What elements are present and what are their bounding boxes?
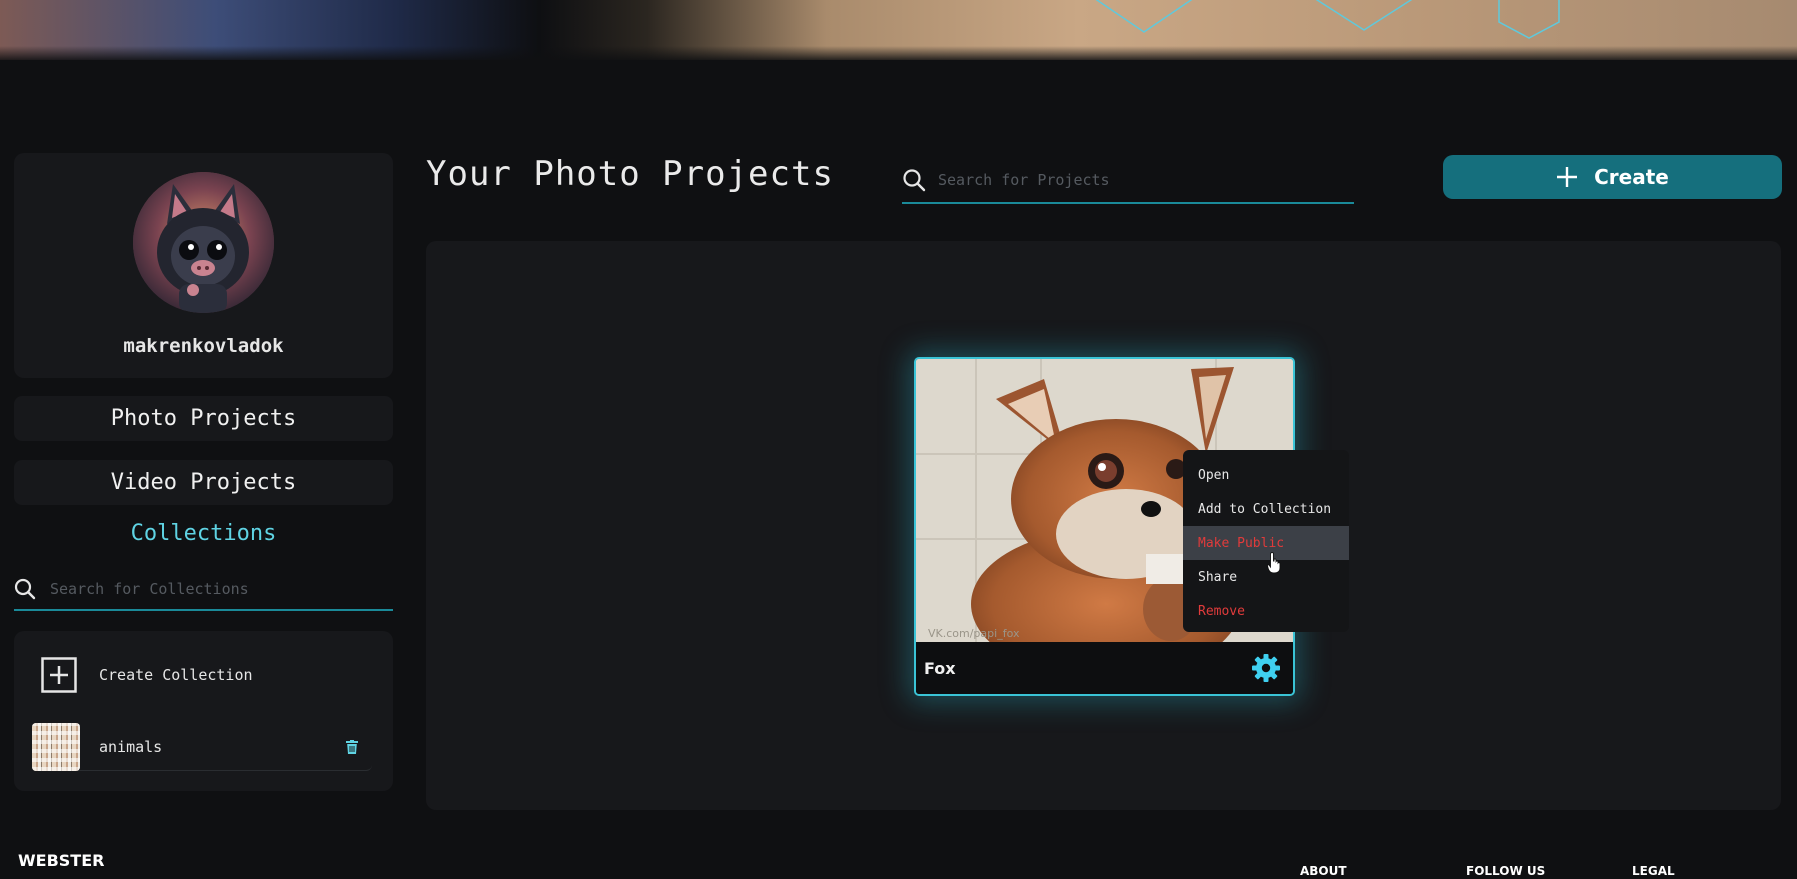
header-banner xyxy=(0,0,1797,60)
footer-about-link[interactable]: ABOUT xyxy=(1300,864,1347,878)
hand-cursor-icon xyxy=(1267,552,1281,574)
sidebar: makrenkovladok Photo Projects Video Proj… xyxy=(14,153,393,791)
project-context-menu: Open Add to Collection Make Public Share… xyxy=(1183,450,1349,632)
collections-search xyxy=(14,568,393,611)
menu-item-share[interactable]: Share xyxy=(1183,560,1349,594)
collections-search-input[interactable] xyxy=(50,579,370,598)
add-box-icon xyxy=(41,657,77,693)
project-search xyxy=(902,158,1354,204)
hexagon-decoration xyxy=(1095,0,1193,33)
page-title: Your Photo Projects xyxy=(426,154,834,194)
menu-item-remove[interactable]: Remove xyxy=(1183,594,1349,628)
collection-thumbnail xyxy=(32,722,80,771)
nav-video-projects[interactable]: Video Projects xyxy=(14,460,393,505)
avatar[interactable] xyxy=(133,172,274,313)
footer-follow-us-link[interactable]: FOLLOW US xyxy=(1466,864,1545,878)
menu-item-make-public[interactable]: Make Public xyxy=(1183,526,1349,560)
nav-photo-projects[interactable]: Photo Projects xyxy=(14,396,393,441)
collection-name: animals xyxy=(99,737,163,756)
username: makrenkovladok xyxy=(123,335,284,357)
project-name: Fox xyxy=(924,658,956,678)
collections-title: Collections xyxy=(130,521,277,546)
create-button-label: Create xyxy=(1594,165,1669,189)
avatar-image xyxy=(133,172,274,313)
collection-item[interactable]: animals xyxy=(32,722,372,771)
profile-card: makrenkovladok xyxy=(14,153,393,378)
image-watermark: VK.com/papi_fox xyxy=(928,627,1020,640)
hexagon-decoration xyxy=(1498,0,1560,39)
menu-item-open[interactable]: Open xyxy=(1183,458,1349,492)
create-collection-button[interactable]: Create Collection xyxy=(41,657,253,693)
gear-icon[interactable] xyxy=(1251,653,1281,683)
trash-icon[interactable] xyxy=(346,739,358,754)
brand-logo[interactable]: WEBSTER xyxy=(18,851,104,870)
search-icon xyxy=(903,169,926,192)
menu-item-add-to-collection[interactable]: Add to Collection xyxy=(1183,492,1349,526)
hexagon-decoration xyxy=(1315,0,1413,31)
collections-card: Create Collection animals xyxy=(14,631,393,791)
footer-legal-link[interactable]: LEGAL xyxy=(1632,864,1675,878)
plus-icon xyxy=(1557,167,1578,187)
project-search-input[interactable] xyxy=(938,171,1338,189)
create-button[interactable]: Create xyxy=(1443,155,1782,199)
search-icon xyxy=(14,578,36,599)
page: makrenkovladok Photo Projects Video Proj… xyxy=(0,0,1797,879)
project-footer: Fox xyxy=(916,642,1293,694)
create-collection-label: Create Collection xyxy=(99,666,253,684)
